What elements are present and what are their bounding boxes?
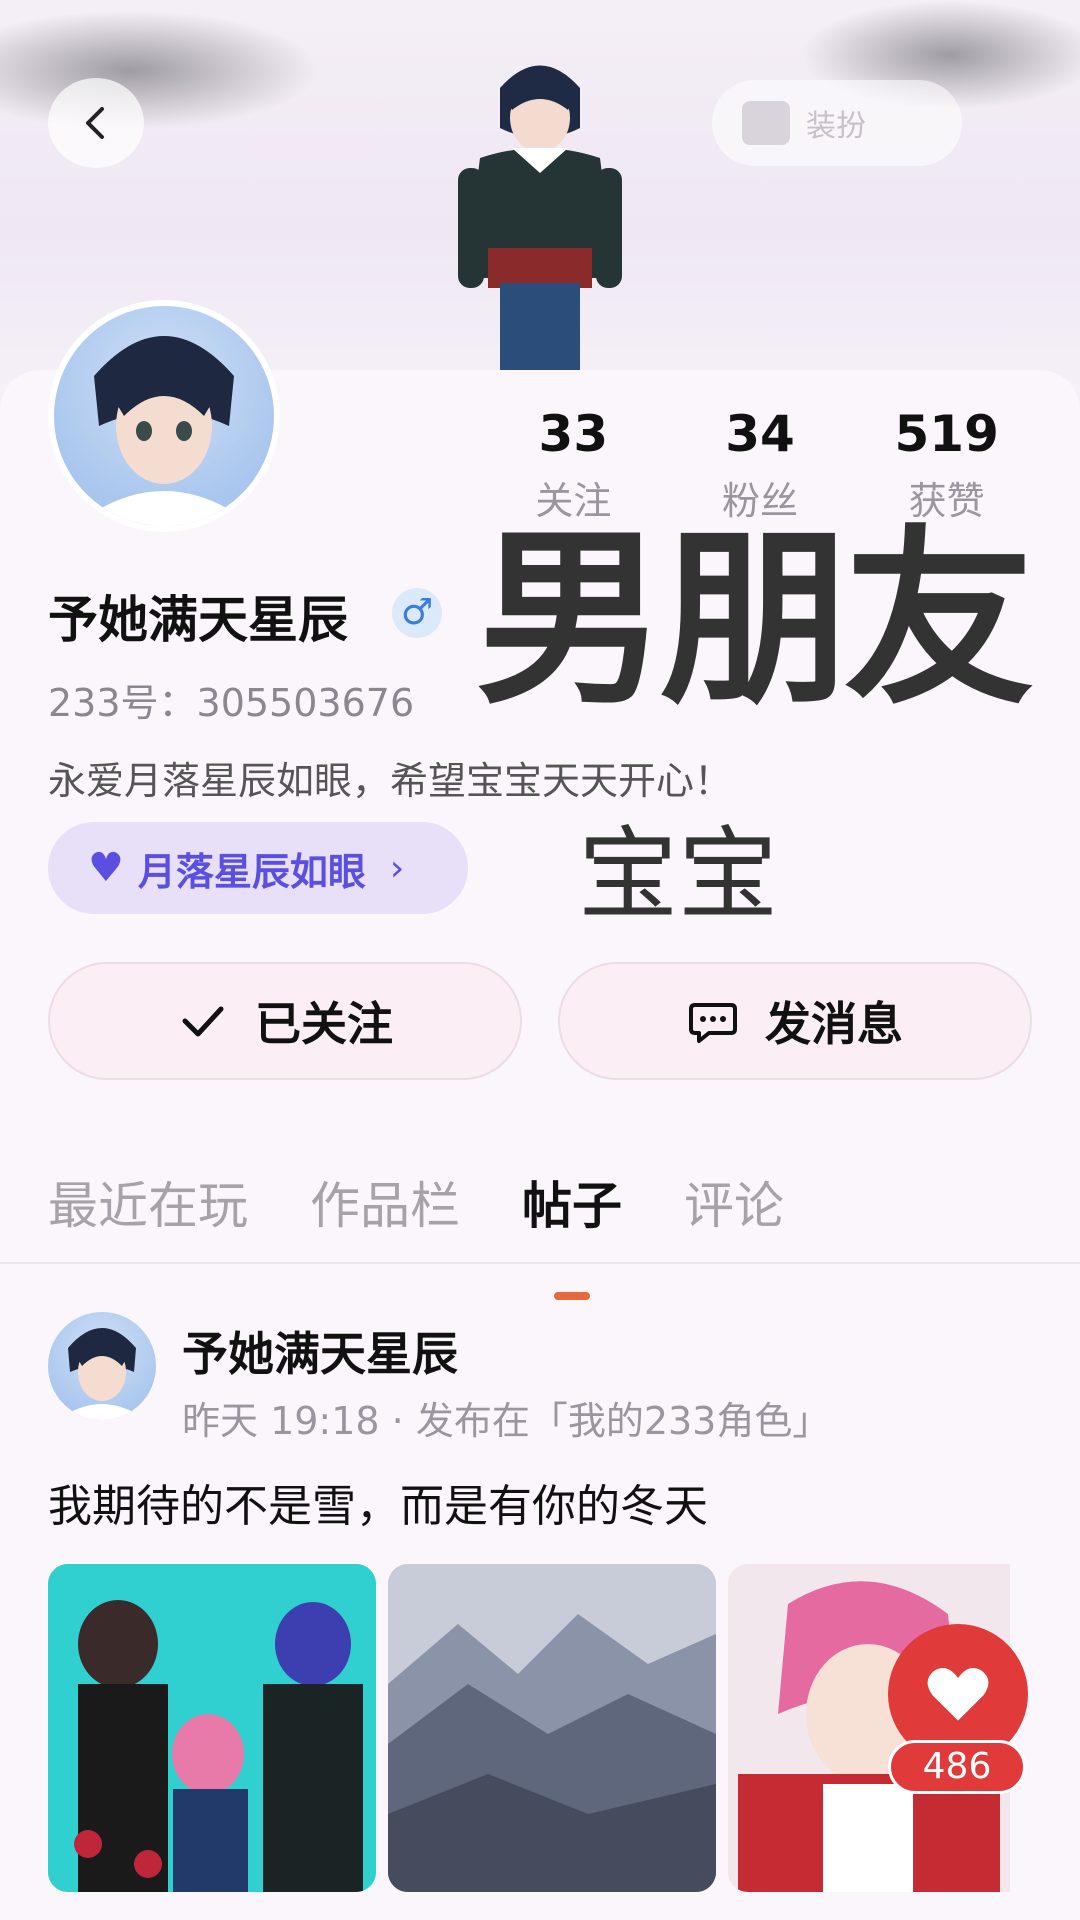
- stat-following[interactable]: 33 关注: [480, 404, 667, 525]
- stat-number: 33: [538, 405, 609, 463]
- tab-posts-label: 帖子: [522, 1177, 622, 1235]
- relationship-name: 月落星辰如眼: [137, 849, 366, 894]
- blur-smudge: [0, 10, 320, 130]
- avatar-portrait: [58, 1328, 146, 1420]
- male-gender-icon: ♂: [392, 588, 442, 638]
- message-button[interactable]: 发消息: [558, 962, 1032, 1080]
- stat-number: 519: [894, 405, 999, 463]
- username: 予她满天星辰: [48, 591, 348, 649]
- post-image-2[interactable]: [388, 1564, 716, 1892]
- dress-up-label: 装扮: [806, 109, 866, 144]
- image-characters: [48, 1564, 376, 1892]
- like-count: 486: [888, 1740, 1026, 1794]
- overlay-text-baby: 宝宝: [578, 816, 778, 933]
- post-image-1[interactable]: [48, 1564, 376, 1892]
- avatar-character-figure: [458, 65, 622, 378]
- following-button[interactable]: 已关注: [48, 962, 522, 1080]
- user-id: 233号：305503676: [48, 681, 415, 725]
- chevron-left-icon: [86, 107, 104, 139]
- chevron-right-icon: ›: [389, 847, 405, 889]
- post-text[interactable]: 我期待的不是雪，而是有你的冬天: [48, 1470, 708, 1534]
- back-button[interactable]: [48, 78, 144, 168]
- heart-icon: ♥: [88, 845, 124, 891]
- divider: [0, 1262, 1080, 1264]
- relationship-badge[interactable]: ♥ 月落星辰如眼 ›: [48, 822, 468, 914]
- shirt-icon: [742, 101, 790, 145]
- check-icon: [182, 1006, 224, 1037]
- stat-followers[interactable]: 34 粉丝: [667, 404, 854, 525]
- avatar[interactable]: [48, 300, 280, 532]
- post-author-name[interactable]: 予她满天星辰: [182, 1318, 458, 1384]
- profile-tabs: 最近在玩 作品栏 帖子 评论: [48, 1166, 784, 1300]
- post-author-avatar[interactable]: [48, 1312, 156, 1420]
- bio-text: 永爱月落星辰如眼，希望宝宝天天开心！: [48, 759, 733, 803]
- following-label: 已关注: [255, 997, 393, 1051]
- message-label: 发消息: [765, 997, 903, 1051]
- overlay-text-boyfriend: 男朋友: [476, 509, 1034, 730]
- active-tab-indicator: [554, 1292, 590, 1300]
- image-snowy-mountains: [388, 1564, 716, 1892]
- stats-row: 33 关注 34 粉丝 519 获赞: [480, 404, 1040, 525]
- avatar-portrait: [74, 336, 254, 526]
- heart-icon: [927, 1668, 989, 1721]
- dress-up-button[interactable]: 装扮: [712, 80, 962, 166]
- stat-likes[interactable]: 519 获赞: [853, 404, 1040, 525]
- tab-comments[interactable]: 评论: [684, 1166, 784, 1238]
- tab-posts[interactable]: 帖子: [522, 1166, 622, 1300]
- tab-recently-played[interactable]: 最近在玩: [48, 1166, 248, 1238]
- post-meta: 昨天 19:18 · 发布在「我的233角色」: [182, 1399, 831, 1443]
- stat-number: 34: [725, 405, 795, 463]
- chat-bubble-icon: [689, 1003, 737, 1043]
- tab-works[interactable]: 作品栏: [310, 1166, 460, 1238]
